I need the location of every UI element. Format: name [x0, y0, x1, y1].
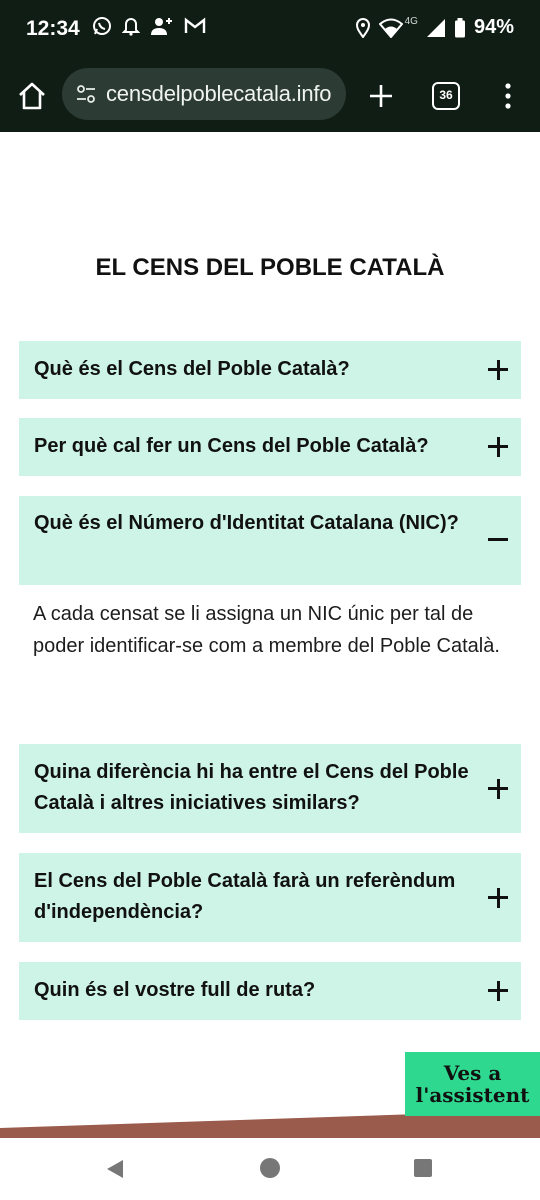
faq-question: Quina diferència hi ha entre el Cens del… — [34, 761, 469, 814]
page-title: EL CENS DEL POBLE CATALÀ — [95, 254, 445, 281]
network-type: 4G — [404, 16, 418, 27]
home-icon[interactable] — [16, 80, 48, 112]
faq-answer: A cada censat se li assigna un NIC únic … — [33, 603, 500, 657]
faq-question: Quin és el vostre full de ruta? — [34, 979, 316, 1001]
plus-icon[interactable] — [487, 359, 509, 381]
notification-icons — [92, 16, 206, 36]
plus-icon[interactable] — [487, 436, 509, 458]
status-time: 12:34 — [26, 17, 80, 40]
new-tab-icon[interactable] — [365, 80, 397, 112]
faq-question: Per què cal fer un Cens del Poble Català… — [34, 435, 429, 457]
faq-item-2[interactable]: Per què cal fer un Cens del Poble Català… — [19, 418, 521, 476]
faq-question: El Cens del Poble Català farà un referèn… — [34, 870, 456, 923]
faq-question: Què és el Número d'Identitat Catalana (N… — [34, 512, 459, 534]
signal-icon — [426, 18, 445, 37]
plus-icon[interactable] — [487, 887, 509, 909]
faq-item-5[interactable]: El Cens del Poble Català farà un referèn… — [19, 853, 521, 942]
back-icon[interactable] — [104, 1158, 126, 1180]
plus-icon[interactable] — [487, 778, 509, 800]
location-icon — [355, 17, 370, 38]
recent-apps-icon[interactable] — [414, 1159, 432, 1177]
system-navigation-bar — [0, 1138, 540, 1200]
assistant-button[interactable]: Ves a l'assistent — [405, 1052, 540, 1116]
browser-toolbar: censdelpoblecatala.info 36 — [0, 60, 540, 132]
minus-icon[interactable] — [487, 529, 509, 551]
plus-icon[interactable] — [487, 980, 509, 1002]
person-add-icon — [151, 18, 172, 35]
url-text: censdelpoblecatala.info — [106, 81, 332, 106]
whatsapp-icon — [93, 17, 111, 35]
battery-icon — [454, 17, 465, 37]
home-circle-icon[interactable] — [260, 1158, 280, 1178]
gmail-icon — [184, 17, 206, 33]
system-icons: 4G 94% — [355, 16, 514, 39]
faq-item-6[interactable]: Quin és el vostre full de ruta? — [19, 962, 521, 1020]
tab-switcher-button[interactable]: 36 — [432, 82, 460, 110]
bell-icon — [122, 18, 140, 36]
faq-item-3[interactable]: Què és el Número d'Identitat Catalana (N… — [19, 496, 521, 585]
address-bar[interactable]: censdelpoblecatala.info — [62, 68, 346, 120]
faq-item-4[interactable]: Quina diferència hi ha entre el Cens del… — [19, 744, 521, 833]
faq-item-1[interactable]: Què és el Cens del Poble Català? — [19, 341, 521, 399]
more-options-icon[interactable] — [496, 80, 520, 112]
wifi-icon — [378, 18, 403, 38]
battery-level: 94% — [473, 16, 514, 38]
site-settings-icon[interactable] — [76, 84, 96, 104]
faq-question: Què és el Cens del Poble Català? — [34, 358, 350, 380]
status-bar: 12:34 4G 94% — [0, 0, 540, 60]
